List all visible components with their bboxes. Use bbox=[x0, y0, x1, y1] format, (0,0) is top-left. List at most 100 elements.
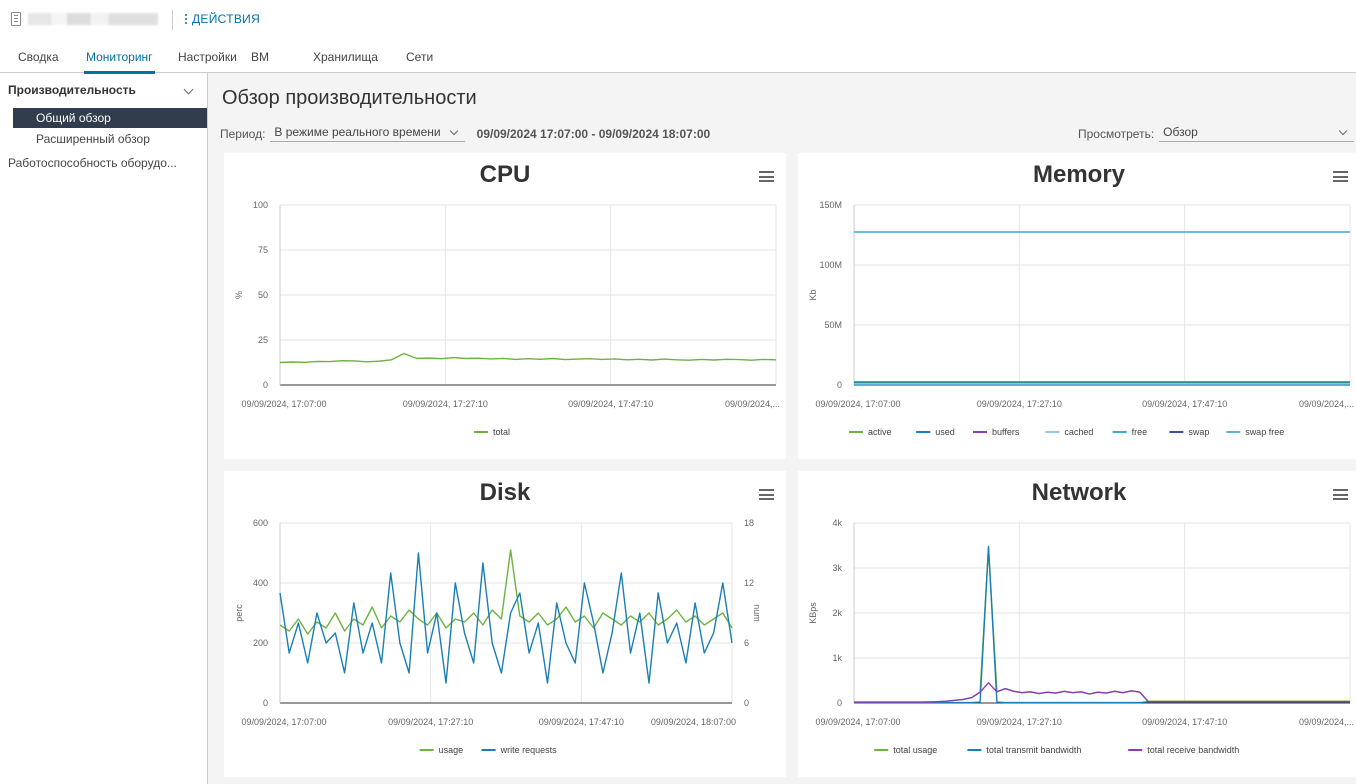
y-tick-label: 400 bbox=[253, 578, 268, 588]
y-tick-label: 0 bbox=[837, 380, 842, 390]
legend-label: total receive bandwidth bbox=[1147, 745, 1239, 755]
x-tick-label: 09/09/2024,... bbox=[725, 399, 780, 409]
y-tick-label: 150M bbox=[819, 200, 842, 210]
tab-monitor[interactable]: Мониторинг bbox=[84, 50, 155, 74]
series-line-total-usage bbox=[854, 547, 1350, 703]
x-tick-label: 09/09/2024, 17:27:10 bbox=[977, 717, 1062, 727]
y-tick-label: 75 bbox=[258, 245, 268, 255]
view-row: Просмотреть: Обзор bbox=[1078, 125, 1355, 142]
legend-label: write requests bbox=[500, 745, 558, 755]
series-line-total-transmit-bandwidth bbox=[854, 545, 1350, 704]
y-tick-label: 50 bbox=[258, 290, 268, 300]
x-tick-label: 09/09/2024, 17:07:00 bbox=[241, 399, 326, 409]
chart-menu-icon[interactable] bbox=[1333, 171, 1348, 182]
host-icon bbox=[11, 12, 21, 26]
y-tick-label: 100M bbox=[819, 260, 842, 270]
legend-label: total transmit bandwidth bbox=[986, 745, 1081, 755]
memory-chart: 0 50M 100M 150M Kb 09/09/2024, 17:07:00 09/09/… bbox=[808, 200, 1354, 437]
network-chart-card: 0 1k 2k 3k 4k KBps 09/09/2024, 17:07:00 09/09/2… bbox=[798, 471, 1356, 777]
y-tick-label: 3k bbox=[832, 563, 842, 573]
view-value: Обзор bbox=[1163, 125, 1198, 139]
y-tick-label-right: 6 bbox=[744, 638, 749, 648]
y-axis-label: KBps bbox=[808, 602, 818, 624]
chevron-down-icon bbox=[1338, 126, 1348, 135]
sidebar-item-overview[interactable]: Общий обзор bbox=[13, 108, 207, 128]
y-tick-label-right: 0 bbox=[744, 698, 749, 708]
memory-chart-title: Memory bbox=[1032, 161, 1126, 188]
period-value: В режиме реального времени bbox=[274, 125, 441, 139]
series-line-write-requests bbox=[279, 552, 733, 684]
chevron-down-icon bbox=[183, 84, 194, 95]
series-line-usage bbox=[279, 549, 733, 635]
chart-menu-icon[interactable] bbox=[759, 489, 774, 500]
y-tick-label: 1k bbox=[832, 653, 842, 663]
legend-label: swap bbox=[1188, 427, 1209, 437]
sidebar-item-advanced[interactable]: Расширенный обзор bbox=[13, 129, 207, 149]
series-line-total bbox=[279, 352, 777, 364]
sidebar-item-hardware-health[interactable]: Работоспособность оборудо... bbox=[8, 156, 177, 170]
tab-settings[interactable]: Настройки bbox=[178, 50, 237, 64]
sidebar: Производительность Общий обзор Расширенн… bbox=[0, 73, 208, 784]
network-chart-title: Network bbox=[1031, 479, 1127, 506]
x-tick-label: 09/09/2024, 17:47:10 bbox=[1142, 399, 1227, 409]
x-tick-label: 09/09/2024, 17:47:10 bbox=[568, 399, 653, 409]
sidebar-group-label: Производительность bbox=[8, 83, 136, 97]
view-label: Просмотреть: bbox=[1078, 126, 1155, 141]
x-tick-label: 09/09/2024, 18:07:00 bbox=[651, 717, 736, 727]
chart-menu-icon[interactable] bbox=[1333, 489, 1348, 500]
legend-label: swap free bbox=[1245, 427, 1284, 437]
x-tick-label: 09/09/2024, 17:47:10 bbox=[1142, 717, 1227, 727]
legend-label: buffers bbox=[992, 427, 1020, 437]
tab-storage[interactable]: Хранилища bbox=[313, 50, 378, 64]
memory-chart-card: 0 50M 100M 150M Kb 09/09/2024, 17:07:00 09/09/… bbox=[798, 153, 1356, 459]
legend-label: active bbox=[868, 427, 892, 437]
sidebar-group-performance[interactable]: Производительность bbox=[8, 83, 200, 97]
tab-bar: Сводка Мониторинг Настройки ВМ Хранилища… bbox=[0, 40, 1356, 74]
tab-vms[interactable]: ВМ bbox=[251, 50, 269, 64]
y-axis-label: % bbox=[234, 291, 244, 299]
page-title: Обзор производительности bbox=[222, 87, 477, 109]
view-select[interactable]: Обзор bbox=[1159, 125, 1355, 142]
x-tick-label: 09/09/2024, 17:27:10 bbox=[388, 717, 473, 727]
y-tick-label: 0 bbox=[263, 698, 268, 708]
x-tick-label: 09/09/2024, 17:07:00 bbox=[815, 399, 900, 409]
y-tick-label: 4k bbox=[832, 518, 842, 528]
y-axis-label: Kb bbox=[808, 289, 818, 300]
legend-label: free bbox=[1132, 427, 1148, 437]
cpu-chart-card: 0 25 50 75 100% 09/09/2024, 17:07:00 09/09/202… bbox=[224, 153, 786, 459]
y-tick-label-right: 12 bbox=[744, 578, 754, 588]
chevron-down-icon bbox=[449, 126, 458, 135]
legend-label: usage bbox=[439, 745, 464, 755]
actions-label: ДЕЙСТВИЯ bbox=[192, 12, 261, 26]
x-tick-label: 09/09/2024,... bbox=[1299, 717, 1354, 727]
legend-label: total usage bbox=[893, 745, 937, 755]
y-tick-label: 200 bbox=[253, 638, 268, 648]
x-tick-label: 09/09/2024, 17:47:10 bbox=[539, 717, 624, 727]
actions-menu-button[interactable]: ДЕЙСТВИЯ bbox=[185, 12, 260, 26]
disk-chart: 0 200 400 600 0 6 12 18 perc num 09/09/2024, 17:07… bbox=[234, 518, 762, 755]
y-tick-label: 25 bbox=[258, 335, 268, 345]
y-tick-label: 50M bbox=[824, 320, 842, 330]
header-bar: ДЕЙСТВИЯ bbox=[0, 0, 1356, 40]
time-range: 09/09/2024 17:07:00 - 09/09/2024 18:07:0… bbox=[476, 126, 711, 141]
main-content: Обзор производительности Период: В режим… bbox=[208, 73, 1356, 784]
legend-label: cached bbox=[1064, 427, 1093, 437]
chart-menu-icon[interactable] bbox=[759, 171, 774, 182]
tab-networks[interactable]: Сети bbox=[406, 50, 433, 64]
cpu-chart: 0 25 50 75 100% 09/09/2024, 17:07:00 09/09/202… bbox=[234, 200, 780, 437]
series-line-total-receive-bandwidth bbox=[854, 682, 1350, 703]
period-row: Период: В режиме реального времени 09/09… bbox=[220, 125, 710, 142]
legend-label: used bbox=[935, 427, 955, 437]
x-tick-label: 09/09/2024, 17:07:00 bbox=[241, 717, 326, 727]
y-axis-label: perc bbox=[234, 604, 244, 622]
cpu-chart-title: CPU bbox=[479, 161, 531, 188]
tab-summary[interactable]: Сводка bbox=[18, 50, 59, 64]
legend-label: total bbox=[493, 427, 510, 437]
x-tick-label: 09/09/2024,... bbox=[1299, 399, 1354, 409]
period-select[interactable]: В режиме реального времени bbox=[270, 125, 465, 142]
kebab-icon bbox=[185, 14, 187, 24]
host-name-redacted bbox=[28, 13, 158, 25]
disk-chart-card: 0 200 400 600 0 6 12 18 perc num 09/09/2024, 17:07… bbox=[224, 471, 786, 777]
y-axis-label-right: num bbox=[752, 604, 762, 622]
x-tick-label: 09/09/2024, 17:27:10 bbox=[977, 399, 1062, 409]
